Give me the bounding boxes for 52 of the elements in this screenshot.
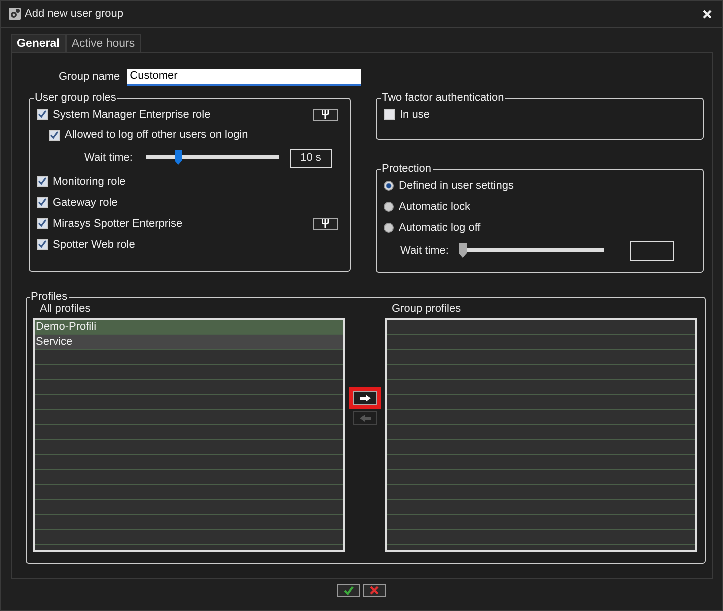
wait-time-slider[interactable] <box>144 150 281 166</box>
tab[interactable]: General <box>11 34 66 52</box>
settings-button[interactable] <box>313 218 338 230</box>
check-icon <box>344 586 354 595</box>
checkbox[interactable] <box>37 197 48 208</box>
role-label: Mirasys Spotter Enterprise <box>53 218 184 230</box>
slider-thumb[interactable] <box>459 243 467 258</box>
role-label: Spotter Web role <box>53 238 136 250</box>
list-title: Group profiles <box>391 303 462 317</box>
group-name-field[interactable]: Customer <box>127 68 362 86</box>
option-label: Allowed to log off other users on login <box>65 129 250 141</box>
radio-button[interactable] <box>384 202 394 212</box>
group-name-label: Group name <box>59 71 120 83</box>
wait-time-label: Wait time: <box>84 152 134 164</box>
profile-item[interactable]: Service <box>35 335 343 350</box>
right-arrow-icon <box>360 394 370 402</box>
slider-thumb[interactable] <box>174 150 182 165</box>
checkbox[interactable] <box>49 130 60 140</box>
tab[interactable]: Active hours <box>66 34 142 52</box>
checkbox[interactable] <box>37 239 48 250</box>
fork-icon <box>322 219 329 228</box>
role-label: Gateway role <box>53 196 119 208</box>
role-label: System Manager Enterprise role <box>53 108 212 120</box>
close-icon <box>370 586 379 595</box>
close-icon[interactable] <box>703 10 712 18</box>
checkbox[interactable] <box>37 176 48 187</box>
settings-button[interactable] <box>313 108 338 120</box>
in-use-label: In use <box>400 108 431 120</box>
radio-button[interactable] <box>384 180 394 190</box>
wait-time-field[interactable] <box>630 241 674 261</box>
radio-label: Defined in user settings <box>399 180 515 192</box>
radio-button[interactable] <box>384 222 394 232</box>
group-title: Two factor authentication <box>381 92 506 104</box>
left-arrow-icon <box>360 414 370 422</box>
fork-icon <box>322 110 329 119</box>
checkbox[interactable] <box>37 218 48 229</box>
ok-button[interactable] <box>337 584 360 597</box>
gears-icon <box>9 8 21 20</box>
wait-time-value: 10 s <box>290 148 332 168</box>
role-label: Monitoring role <box>53 176 127 188</box>
radio-label: Automatic lock <box>399 200 472 212</box>
wait-time-slider[interactable] <box>460 243 606 259</box>
list-title: All profiles <box>39 303 92 317</box>
cancel-button[interactable] <box>363 584 386 597</box>
checkbox[interactable] <box>37 109 48 120</box>
profile-item[interactable]: Demo-Profili <box>35 320 343 335</box>
window-title: Add new user group <box>25 8 124 20</box>
radio-label: Automatic log off <box>399 222 482 234</box>
wait-time-label: Wait time: <box>400 245 450 257</box>
group-title: Profiles <box>30 291 69 303</box>
group-title: User group roles <box>34 92 118 104</box>
group-title: Protection <box>381 163 433 175</box>
